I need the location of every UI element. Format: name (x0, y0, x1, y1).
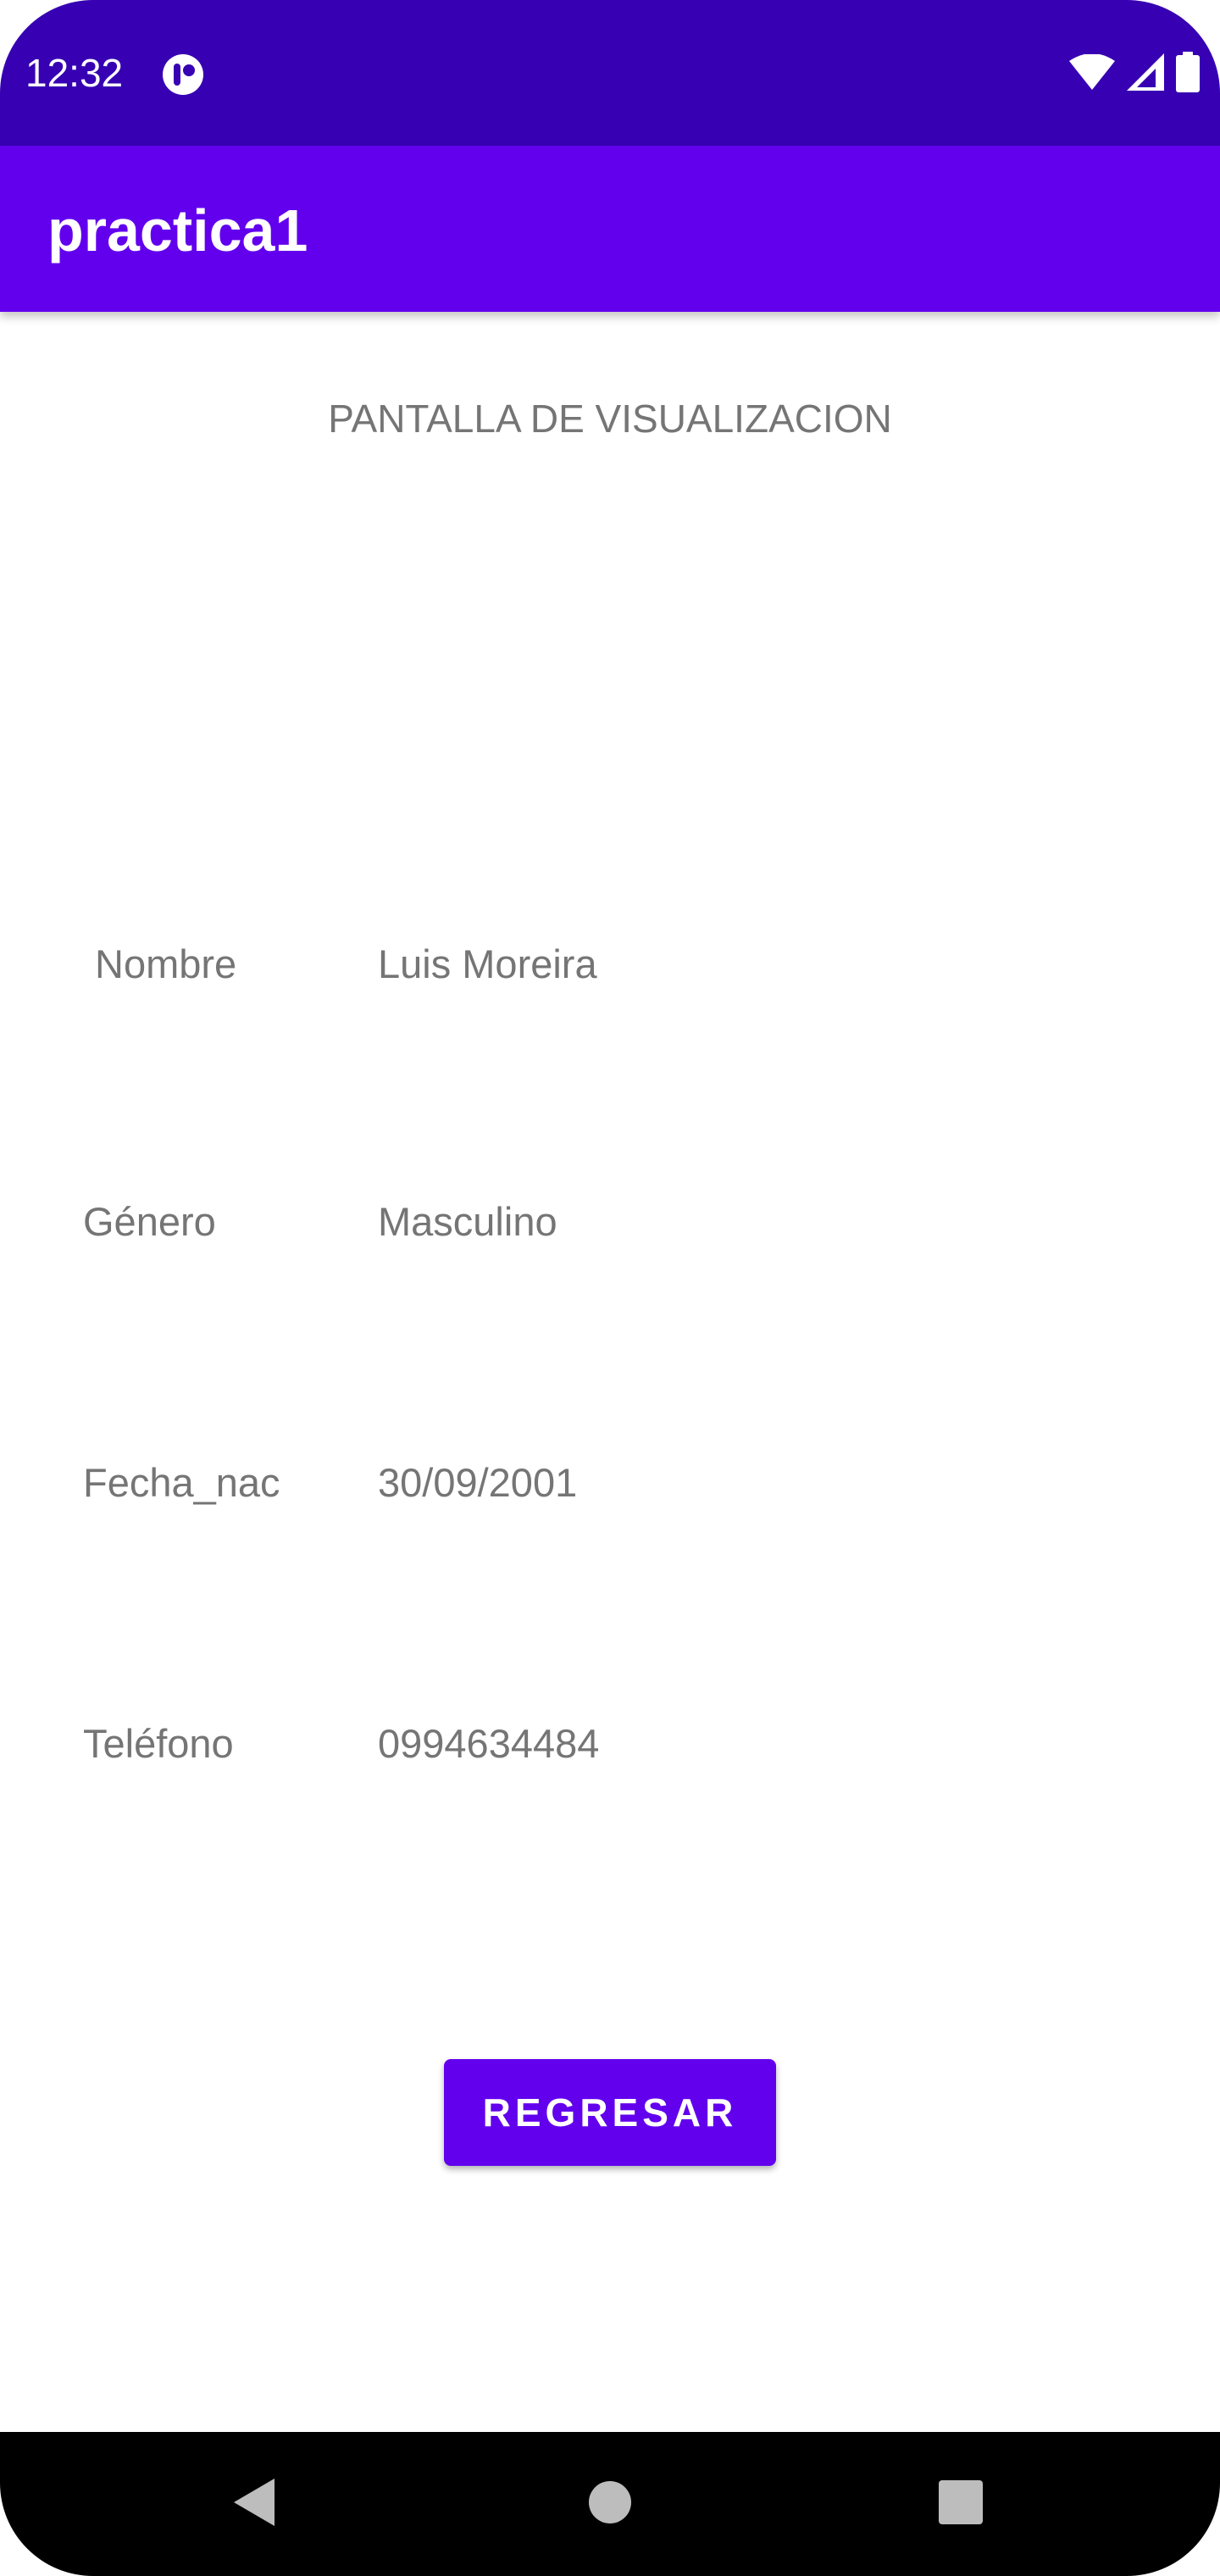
field-label-genero: Género (83, 1199, 216, 1244)
field-label-nombre: Nombre (95, 941, 237, 986)
home-nav-button[interactable] (525, 2432, 695, 2576)
status-time: 12:32 (25, 51, 124, 95)
recents-nav-button[interactable] (876, 2432, 1045, 2576)
phone-screen: 12:32 practica1 PANTALLA DE VISUALIZACIO… (0, 0, 1220, 2576)
navigation-bar (0, 2432, 1220, 2576)
battery-icon (1176, 51, 1200, 97)
app-title: practica1 (47, 197, 308, 264)
screen-heading: PANTALLA DE VISUALIZACION (328, 397, 892, 441)
field-value-nombre: Luis Moreira (378, 941, 597, 986)
field-label-telefono: Teléfono (83, 1721, 234, 1766)
app-bar: practica1 (0, 146, 1220, 312)
field-value-telefono: 0994634484 (378, 1721, 600, 1766)
regresar-button[interactable]: REGRESAR (444, 2059, 776, 2166)
field-value-fecha-nac: 30/09/2001 (378, 1460, 578, 1505)
home-icon (587, 2479, 633, 2529)
back-icon (230, 2477, 278, 2532)
wifi-icon (1069, 53, 1115, 94)
recents-icon (937, 2479, 984, 2530)
back-nav-button[interactable] (169, 2432, 339, 2576)
field-value-genero: Masculino (378, 1199, 557, 1244)
visualization-screen: PANTALLA DE VISUALIZACION Nombre Luis Mo… (0, 312, 1220, 2432)
field-label-fecha-nac: Fecha_nac (83, 1460, 280, 1505)
cell-signal-icon (1127, 53, 1164, 95)
status-icons (1069, 51, 1200, 97)
status-bar: 12:32 (0, 0, 1220, 146)
app-notification-icon (161, 53, 205, 97)
